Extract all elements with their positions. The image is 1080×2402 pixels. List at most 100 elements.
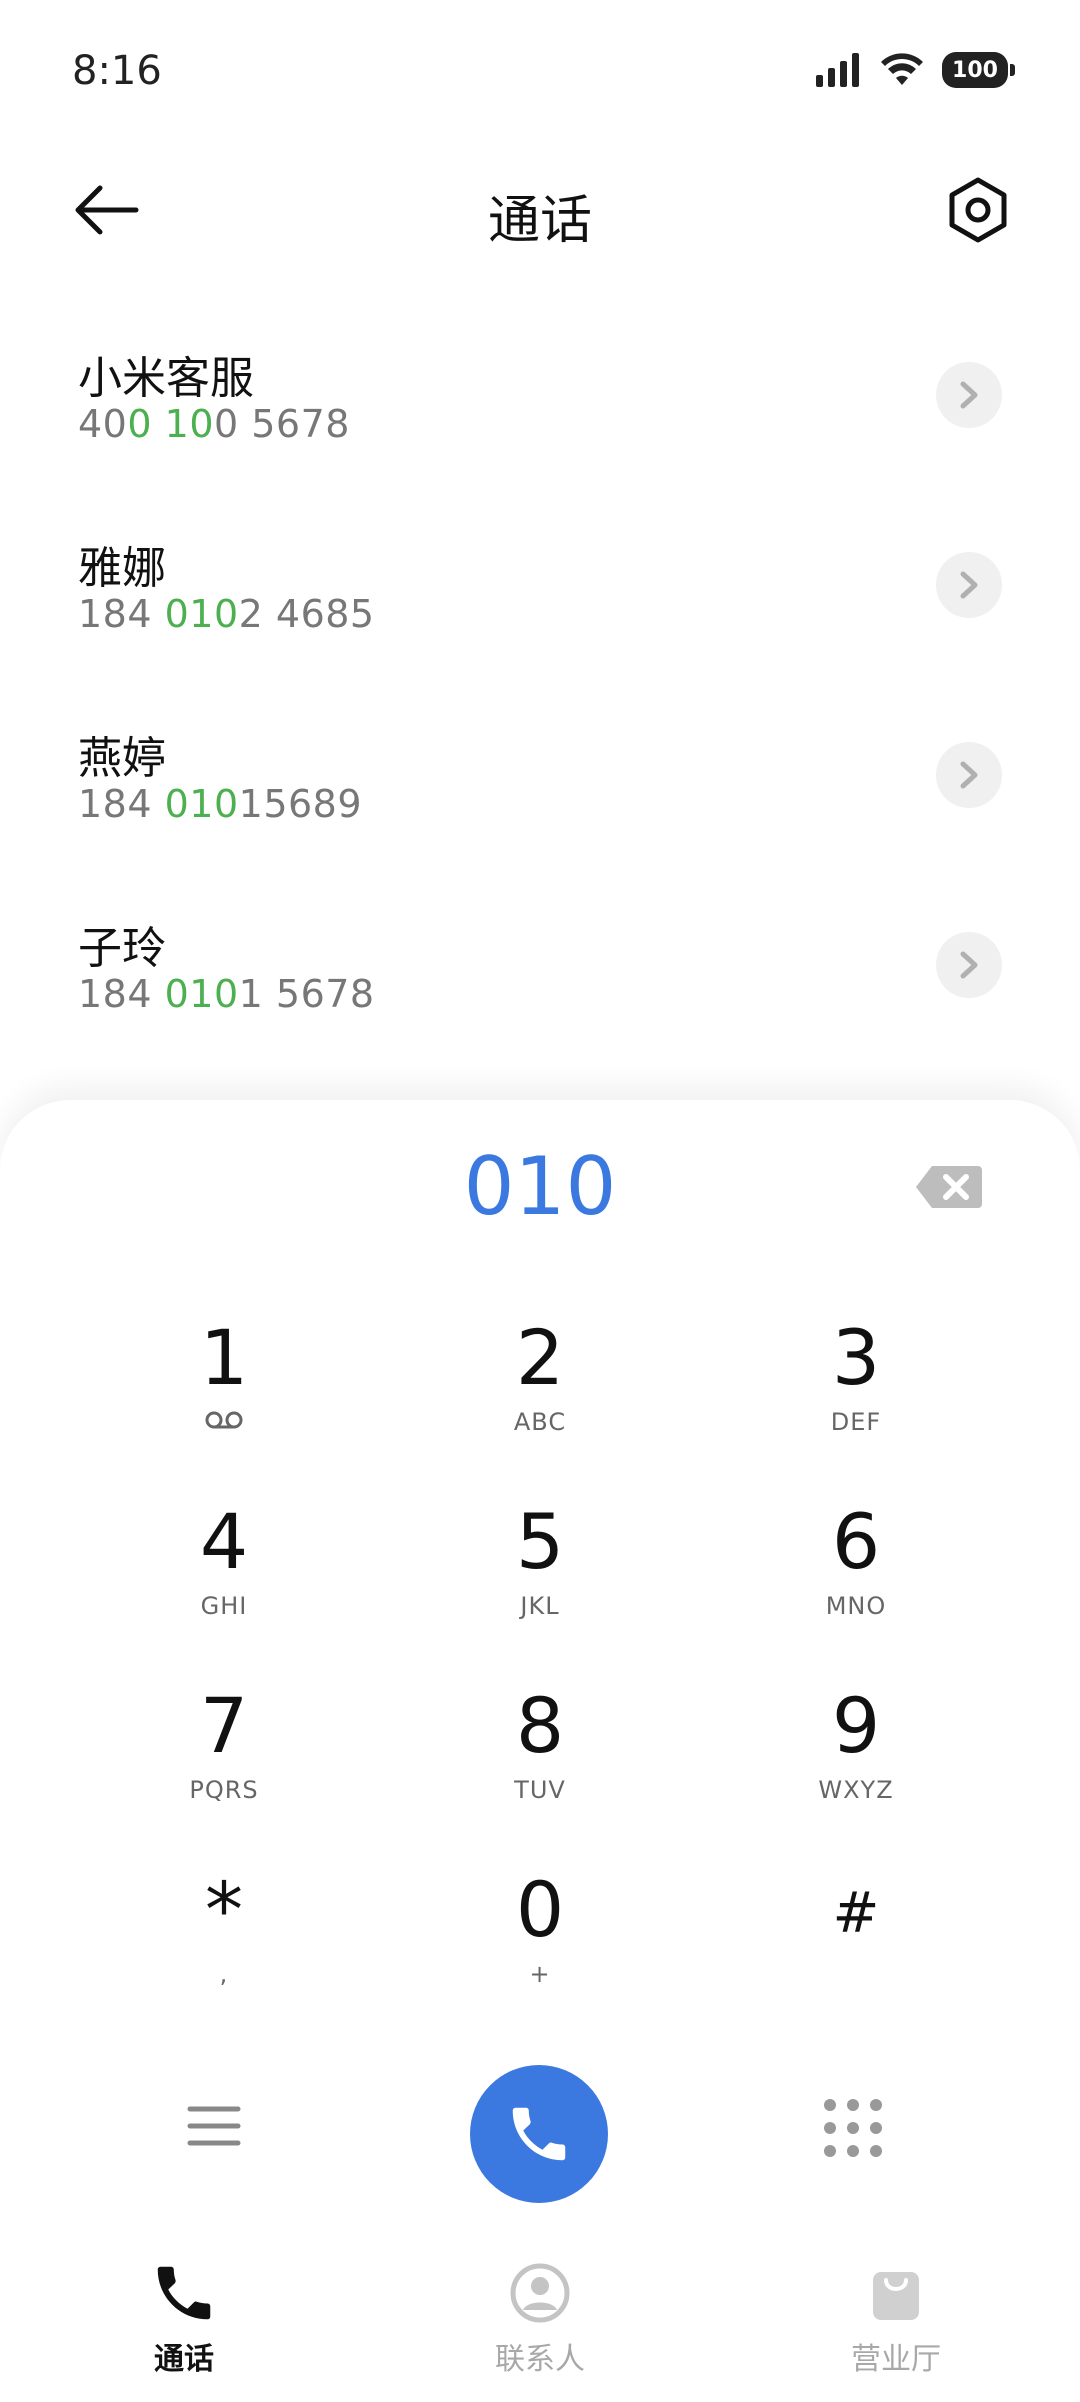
header: 通话: [0, 160, 1080, 260]
key-letters: +: [529, 1960, 551, 1988]
status-bar: 8:16 100: [0, 0, 1080, 150]
menu-icon: [187, 2106, 241, 2146]
key-digit: 2: [515, 1313, 565, 1402]
key-digit: 3: [831, 1313, 881, 1402]
key-digit: 1: [199, 1313, 249, 1402]
dialpad-actions: [0, 2065, 1080, 2205]
number-segment: 40: [78, 402, 128, 446]
key-letters: PQRS: [189, 1776, 259, 1804]
phone-icon: [157, 2266, 211, 2320]
status-time: 8:16: [72, 48, 162, 94]
status-icons: 100: [816, 52, 1015, 88]
gear-icon: [949, 177, 1007, 243]
key-letters: DEF: [830, 1408, 882, 1436]
key-digit: 4: [199, 1497, 249, 1586]
chevron-right-icon: [960, 951, 978, 979]
number-segment: [152, 402, 165, 446]
key-digit: 7: [199, 1681, 249, 1770]
result-number: 184 0101 5678: [78, 972, 375, 1016]
result-item[interactable]: 小米客服 400 100 5678: [0, 300, 1080, 490]
key-digit: 0: [515, 1865, 565, 1954]
result-number: 184 01015689: [78, 782, 362, 826]
key-8[interactable]: 8 TUV: [440, 1668, 640, 1828]
dialpad-grid-icon: [824, 2099, 882, 2157]
key-star[interactable]: * ,: [124, 1852, 324, 2012]
tab-contacts[interactable]: 联系人: [440, 2258, 640, 2378]
number-segment: 184: [78, 782, 165, 826]
phone-icon: [512, 2107, 566, 2161]
result-number: 400 100 5678: [78, 402, 350, 446]
key-digit: 8: [515, 1681, 565, 1770]
chevron-right-icon: [960, 381, 978, 409]
result-item[interactable]: 燕婷 184 01015689: [0, 680, 1080, 870]
backspace-button[interactable]: [914, 1164, 984, 1210]
chevron-right-icon: [960, 571, 978, 599]
dialer-screen: 8:16 100 通话 小米客服 400 100 5678 雅娜 184 010…: [0, 0, 1080, 2402]
bottom-nav: 通话 联系人 营业厅: [0, 2236, 1080, 2402]
wifi-icon: [881, 53, 923, 85]
chevron-right-icon: [960, 761, 978, 789]
contacts-icon: [510, 2263, 570, 2323]
key-hash[interactable]: #: [756, 1852, 956, 2012]
call-button[interactable]: [470, 2065, 608, 2203]
key-digit: #: [832, 1881, 880, 1946]
key-letters: WXYZ: [818, 1776, 894, 1804]
menu-button[interactable]: [184, 2101, 264, 2171]
key-letters: ,: [219, 1960, 229, 1988]
key-7[interactable]: 7 PQRS: [124, 1668, 324, 1828]
number-segment: 184: [78, 972, 165, 1016]
number-match-highlight: 010: [164, 782, 239, 826]
backspace-icon: [916, 1166, 982, 1208]
key-letters: MNO: [825, 1592, 887, 1620]
key-digit: 5: [515, 1497, 565, 1586]
key-1[interactable]: 1: [124, 1300, 324, 1460]
tab-business-hall[interactable]: 营业厅: [796, 2258, 996, 2378]
result-name: 燕婷: [78, 733, 166, 784]
result-name: 雅娜: [78, 543, 166, 594]
tab-label: 营业厅: [851, 2342, 941, 2377]
details-button[interactable]: [936, 362, 1002, 428]
key-digit: *: [205, 1865, 243, 1954]
search-results: 小米客服 400 100 5678 雅娜 184 0102 4685 燕婷 18…: [0, 300, 1080, 1060]
result-number: 184 0102 4685: [78, 592, 375, 636]
key-digit: 6: [831, 1497, 881, 1586]
number-match-highlight: 0: [127, 402, 153, 446]
number-match-highlight: 010: [164, 592, 239, 636]
battery-level: 100: [952, 57, 998, 83]
battery-icon: 100: [942, 52, 1015, 88]
number-segment: 184: [78, 592, 165, 636]
key-2[interactable]: 2 ABC: [440, 1300, 640, 1460]
details-button[interactable]: [936, 932, 1002, 998]
details-button[interactable]: [936, 742, 1002, 808]
key-digit: 9: [831, 1681, 881, 1770]
number-match-highlight: 10: [164, 402, 214, 446]
key-6[interactable]: 6 MNO: [756, 1484, 956, 1644]
hide-keypad-button[interactable]: [818, 2093, 898, 2173]
page-title: 通话: [487, 191, 592, 251]
shopping-bag-icon: [873, 2272, 919, 2320]
dialpad-panel: 010 1 2 ABC 3 DEF 4 GHI 5 JKL 6 MNO 7 PQ…: [0, 1100, 1080, 2402]
number-match-highlight: 010: [164, 972, 239, 1016]
number-segment: 2 4685: [238, 592, 375, 636]
key-letters: GHI: [200, 1592, 248, 1620]
details-button[interactable]: [936, 552, 1002, 618]
tab-label: 联系人: [495, 2342, 585, 2377]
result-name: 子玲: [78, 923, 166, 974]
result-item[interactable]: 子玲 184 0101 5678: [0, 870, 1080, 1060]
voicemail-icon: [124, 1408, 324, 1436]
key-letters: TUV: [514, 1776, 566, 1804]
key-0[interactable]: 0 +: [440, 1852, 640, 2012]
key-9[interactable]: 9 WXYZ: [756, 1668, 956, 1828]
key-letters: ABC: [513, 1408, 567, 1436]
result-item[interactable]: 雅娜 184 0102 4685: [0, 490, 1080, 680]
tab-label: 通话: [154, 2342, 214, 2377]
key-5[interactable]: 5 JKL: [440, 1484, 640, 1644]
key-4[interactable]: 4 GHI: [124, 1484, 324, 1644]
number-segment: 1 5678: [238, 972, 375, 1016]
result-name: 小米客服: [78, 353, 254, 404]
settings-button[interactable]: [942, 174, 1014, 246]
signal-icon: [816, 53, 859, 87]
tab-calls[interactable]: 通话: [84, 2258, 284, 2378]
key-letters: JKL: [520, 1592, 560, 1620]
key-3[interactable]: 3 DEF: [756, 1300, 956, 1460]
